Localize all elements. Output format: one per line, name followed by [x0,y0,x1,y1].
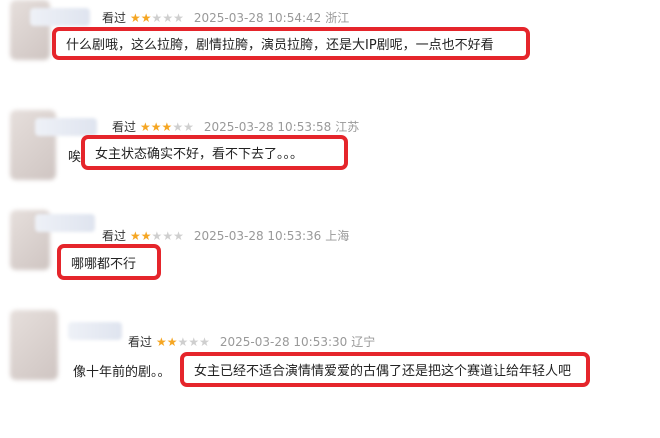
comment-text: 女主已经不适合演情情爱爱的古偶了还是把这个赛道让给年轻人吧 [194,364,572,379]
review-item: 看过 ★ ★ ★ ★ ★ 2025-03-28 10:53:36 上海 哪哪都不行 [0,210,660,310]
review-meta: 看过 ★ ★ ★ ★ ★ 2025-03-28 10:53:58 江苏 [112,118,359,135]
star-filled-icon: ★ [156,334,167,349]
review-location: 浙江 [325,11,350,25]
highlighted-comment: 女主状态确实不好，看不下去了。。。 [81,135,348,170]
username[interactable] [35,118,97,136]
star-filled-icon: ★ [166,334,178,349]
review-time: 2025-03-28 10:54:42 [193,10,322,25]
review-item: 看过 ★ ★ ★ ★ ★ 2025-03-28 10:53:58 江苏 唉 女主状态确实… [0,100,660,210]
review-item: 看过 ★ ★ ★ ★ ★ 2025-03-28 10:54:42 浙江 什么剧哦，这么拉… [0,0,660,100]
watch-status: 看过 [128,335,153,349]
watch-status: 看过 [102,229,127,243]
comment-text: 什么剧哦，这么拉胯，剧情拉胯，演员拉胯，还是大IP剧呢，一点也不好看 [66,38,494,53]
watch-status: 看过 [112,120,137,134]
comment-prefix: 像十年前的剧。。 [73,365,171,380]
star-rating: ★ ★ ★ ★ ★ [140,121,194,133]
review-location: 上海 [325,229,350,243]
star-filled-icon: ★ [161,119,173,134]
comment-text: 哪哪都不行 [71,256,137,272]
star-rating: ★ ★ ★ ★ ★ [130,12,184,24]
review-meta: 看过 ★ ★ ★ ★ ★ 2025-03-28 10:54:42 浙江 [102,9,349,26]
star-filled-icon: ★ [140,228,152,243]
review-location: 辽宁 [351,335,376,349]
review-meta: 看过 ★ ★ ★ ★ ★ 2025-03-28 10:53:30 辽宁 [128,333,375,350]
review-meta: 看过 ★ ★ ★ ★ ★ 2025-03-28 10:53:36 上海 [102,227,349,244]
star-rating: ★ ★ ★ ★ ★ [156,336,210,348]
star-empty-icon: ★ [177,334,189,349]
review-time: 2025-03-28 10:53:30 [219,334,348,349]
star-empty-icon: ★ [162,228,174,243]
highlighted-comment: 什么剧哦，这么拉胯，剧情拉胯，演员拉胯，还是大IP剧呢，一点也不好看 [52,27,530,60]
star-empty-icon: ★ [151,228,163,243]
star-rating: ★ ★ ★ ★ ★ [130,230,184,242]
star-filled-icon: ★ [140,10,152,25]
star-empty-icon: ★ [172,119,184,134]
username[interactable] [30,8,90,26]
star-empty-icon: ★ [162,10,174,25]
username[interactable] [68,322,122,340]
star-empty-icon: ★ [151,10,163,25]
highlighted-comment: 哪哪都不行 [57,244,161,280]
avatar [10,310,58,380]
star-empty-icon: ★ [199,334,210,349]
comment-text: 女主状态确实不好，看不下去了。。。 [95,147,304,162]
review-time: 2025-03-28 10:53:36 [193,228,322,243]
star-empty-icon: ★ [173,228,184,243]
star-filled-icon: ★ [140,119,151,134]
review-location: 江苏 [335,120,360,134]
username[interactable] [35,214,95,232]
review-item: 看过 ★ ★ ★ ★ ★ 2025-03-28 10:53:30 辽宁 像十年前的剧。。… [0,310,660,438]
star-empty-icon: ★ [173,10,184,25]
watch-status: 看过 [102,11,127,25]
star-empty-icon: ★ [188,334,200,349]
star-empty-icon: ★ [183,119,194,134]
star-filled-icon: ★ [130,228,141,243]
review-time: 2025-03-28 10:53:58 [203,119,332,134]
star-filled-icon: ★ [150,119,162,134]
highlighted-comment: 女主已经不适合演情情爱爱的古偶了还是把这个赛道让给年轻人吧 [180,352,590,387]
comment-prefix: 唉 [68,150,82,165]
star-filled-icon: ★ [130,10,141,25]
